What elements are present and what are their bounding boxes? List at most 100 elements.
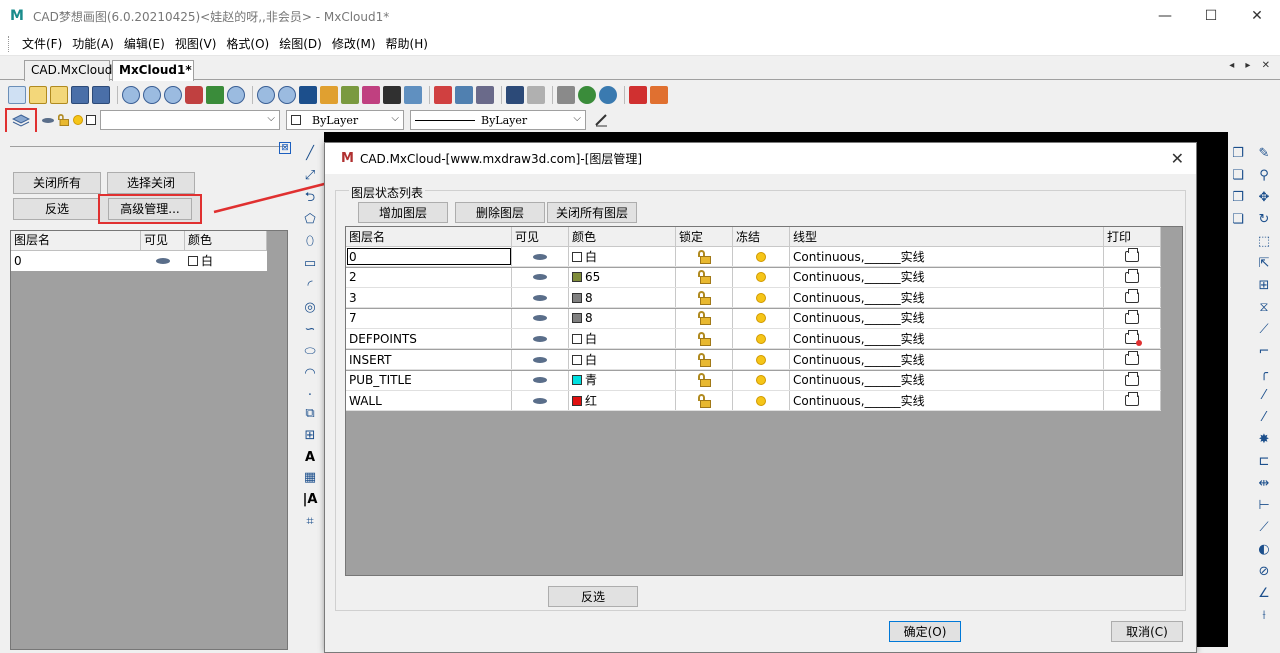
advanced-manage-button[interactable]: 高级管理... xyxy=(98,194,202,224)
thaw-icon[interactable] xyxy=(733,370,790,390)
layer-row[interactable]: WALL 红 Continuous,______实线 xyxy=(346,391,1161,412)
column-color[interactable]: 颜色 xyxy=(185,231,267,251)
unlock-icon[interactable] xyxy=(676,329,733,349)
unlock-icon[interactable] xyxy=(676,350,733,369)
zoom-previous-icon[interactable] xyxy=(227,85,245,104)
menu-format[interactable]: 格式(O) xyxy=(221,35,274,52)
column-lock[interactable]: 锁定 xyxy=(676,227,733,247)
visible-icon[interactable] xyxy=(512,329,569,349)
tab-mxcloud1[interactable]: MxCloud1* xyxy=(112,60,194,82)
panel-close-icon[interactable]: ⊠ xyxy=(279,142,291,154)
linetype-cell[interactable]: Continuous,______实线 xyxy=(790,288,1104,308)
move-object-icon[interactable]: ✥ xyxy=(1256,190,1272,206)
thaw-icon[interactable] xyxy=(733,391,790,411)
maximize-button[interactable]: ☐ xyxy=(1188,0,1234,32)
layer-name-cell[interactable]: INSERT xyxy=(346,350,512,369)
cancel-button[interactable]: 取消(C) xyxy=(1111,621,1183,642)
visible-icon[interactable] xyxy=(512,308,569,328)
spline-icon[interactable]: ∽ xyxy=(302,322,318,338)
insert-block-icon[interactable]: ⊞ xyxy=(302,428,318,444)
visible-icon[interactable] xyxy=(512,288,569,308)
unlock-icon[interactable] xyxy=(676,267,733,287)
color-cell[interactable]: 白 xyxy=(185,251,267,271)
linetype-cell[interactable]: Continuous,______实线 xyxy=(790,370,1104,390)
layer-list-row[interactable]: 0 白 xyxy=(11,251,267,271)
close-all-layers-button[interactable]: 关闭所有图层 xyxy=(547,202,637,223)
polyline-icon[interactable]: ⮌ xyxy=(302,190,318,206)
print-preview-icon[interactable] xyxy=(476,85,494,104)
arc-icon[interactable]: ◜ xyxy=(302,278,318,294)
mirror-icon[interactable]: ⧖ xyxy=(1256,300,1272,316)
dim-angle-icon[interactable]: ∠ xyxy=(1256,586,1272,602)
zoom-window-icon[interactable] xyxy=(122,85,140,104)
visible-icon[interactable] xyxy=(512,267,569,287)
copy-icon[interactable]: ❐ xyxy=(1230,146,1246,162)
thaw-icon[interactable] xyxy=(733,329,790,349)
layer-name-cell[interactable]: PUB_TITLE xyxy=(346,370,512,390)
shape-icon[interactable]: ⬯ xyxy=(302,234,318,250)
color-cell[interactable]: 白 xyxy=(569,247,676,266)
menu-function[interactable]: 功能(A) xyxy=(67,35,119,52)
printer-icon[interactable] xyxy=(1104,288,1161,308)
ellipse-arc-icon[interactable]: ◠ xyxy=(302,366,318,382)
add-layer-button[interactable]: 增加图层 xyxy=(358,202,448,223)
open-folder-icon[interactable] xyxy=(50,85,68,104)
layer-list[interactable]: 图层名 可见 颜色 0 白 xyxy=(10,230,288,650)
text-icon[interactable]: A xyxy=(302,450,318,466)
unlock-icon[interactable] xyxy=(676,308,733,328)
linetype-cell[interactable]: Continuous,______实线 xyxy=(790,247,1104,266)
layer-name-cell[interactable]: 0 xyxy=(346,247,512,266)
join-icon[interactable]: ⇹ xyxy=(1256,476,1272,492)
open-file-icon[interactable] xyxy=(29,85,47,104)
linetype-combo[interactable]: ByLayer ⌵ xyxy=(410,110,586,130)
layer-dropdown[interactable]: ⌵ xyxy=(100,110,280,130)
linetype-cell[interactable]: Continuous,______实线 xyxy=(790,267,1104,287)
extend-icon[interactable]: ⁄ xyxy=(1256,410,1272,426)
select-close-button[interactable]: 选择关闭 xyxy=(107,172,195,194)
rectangle-icon[interactable]: ▭ xyxy=(302,256,318,272)
color-cell[interactable]: 8 xyxy=(569,308,676,328)
zoom-out-icon[interactable] xyxy=(278,85,296,104)
chamfer-icon[interactable]: ⌐ xyxy=(1256,344,1272,360)
unlock-icon[interactable] xyxy=(676,370,733,390)
region-icon[interactable]: ⌗ xyxy=(302,514,318,530)
layer-manager-button[interactable] xyxy=(5,108,37,134)
gear-icon[interactable] xyxy=(557,85,575,104)
save-all-icon[interactable] xyxy=(92,85,110,104)
tab-navigation[interactable]: ◂ ▸ ✕ xyxy=(1229,60,1274,71)
scale-icon[interactable]: ⬚ xyxy=(1256,234,1272,250)
line-icon[interactable]: ╱ xyxy=(302,146,318,162)
lineweight-icon[interactable] xyxy=(590,110,608,130)
tab-cad-mxcloud[interactable]: CAD.MxCloud xyxy=(24,60,112,81)
color-cell[interactable]: 白 xyxy=(569,329,676,349)
printer-icon[interactable] xyxy=(1104,329,1161,349)
linetype-cell[interactable]: Continuous,______实线 xyxy=(790,350,1104,369)
layer-row[interactable]: INSERT 白 Continuous,______实线 xyxy=(346,350,1161,370)
new-file-icon[interactable] xyxy=(8,85,26,104)
visible-icon[interactable] xyxy=(512,350,569,369)
rotate-icon[interactable]: ↻ xyxy=(1256,212,1272,228)
printer-icon[interactable] xyxy=(1104,267,1161,287)
layer-row[interactable]: PUB_TITLE 青 Continuous,______实线 xyxy=(346,370,1161,391)
ucs-icon[interactable] xyxy=(206,85,224,104)
column-freeze[interactable]: 冻结 xyxy=(733,227,790,247)
color-cell[interactable]: 8 xyxy=(569,288,676,308)
trim-icon[interactable]: ⁄ xyxy=(1256,388,1272,404)
printer-icon[interactable] xyxy=(1104,350,1161,369)
array-icon[interactable]: ⊞ xyxy=(1256,278,1272,294)
linetype-cell[interactable]: Continuous,______实线 xyxy=(790,391,1104,411)
multiline-text-icon[interactable]: |A xyxy=(302,492,318,508)
printer-icon[interactable] xyxy=(1104,391,1161,411)
dim-leader-icon[interactable]: ⟊ xyxy=(1256,608,1272,624)
color-cell[interactable]: 红 xyxy=(569,391,676,411)
linetype-cell[interactable]: Continuous,______实线 xyxy=(790,329,1104,349)
visible-icon[interactable] xyxy=(512,247,569,266)
thaw-icon[interactable] xyxy=(733,288,790,308)
column-print[interactable]: 打印 xyxy=(1104,227,1161,247)
menu-modify[interactable]: 修改(M) xyxy=(327,35,381,52)
paste-icon[interactable]: ❏ xyxy=(1230,168,1246,184)
redo-icon[interactable] xyxy=(527,85,545,104)
circle-icon[interactable]: ◎ xyxy=(302,300,318,316)
layer-grid[interactable]: 图层名 可见 颜色 锁定 冻结 线型 打印 0 白 Continuous,_____… xyxy=(345,226,1183,576)
pdf-icon[interactable] xyxy=(629,85,647,104)
